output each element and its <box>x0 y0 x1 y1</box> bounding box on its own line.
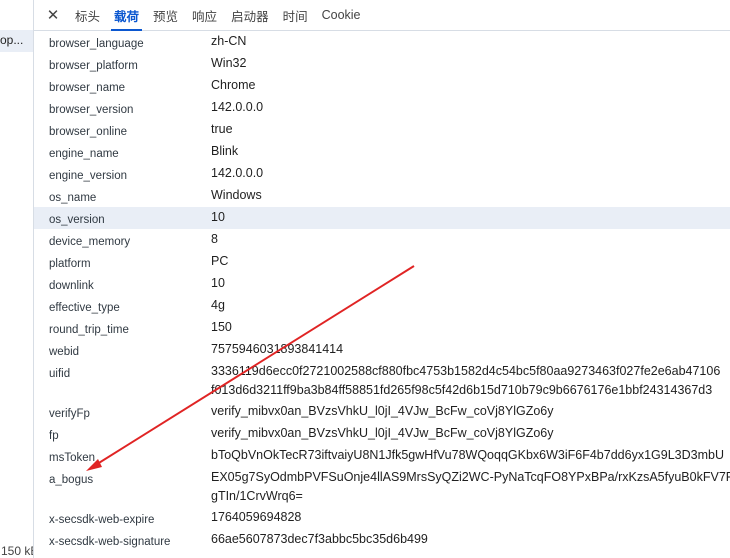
param-key: browser_platform <box>49 60 138 72</box>
param-value: 66ae5607873dec7f3abbc5bc35d6b499 <box>211 532 428 546</box>
param-value: Blink <box>211 144 239 158</box>
param-value: 1764059694828 <box>211 510 302 524</box>
param-key: downlink <box>49 280 94 292</box>
param-value: Win32 <box>211 56 247 70</box>
tab-initiator[interactable]: 启动器 <box>224 0 276 30</box>
param-value: verify_mibvx0an_BVzsVhkU_l0jI_4VJw_BcFw_… <box>211 426 554 440</box>
tab-timing[interactable]: 时间 <box>276 0 315 30</box>
param-value: 142.0.0.0 <box>211 100 264 114</box>
param-key: verifyFp <box>49 408 90 420</box>
param-row[interactable]: msToken bToQbVnOkTecR73iftvaiyU8N1Jfk5gwH… <box>34 445 730 467</box>
param-row[interactable]: browser_language zh-CN <box>34 31 730 53</box>
payload-params-table: browser_language zh-CN browser_platform Wi… <box>34 31 730 551</box>
param-row[interactable]: uifid 3336119d6ecc0f2721002588cf880fbc475… <box>34 361 730 401</box>
param-value: 10 <box>211 210 225 224</box>
status-transfer-size: 150 kB <box>1 544 33 558</box>
param-value: 3336119d6ecc0f2721002588cf880fbc4753b158… <box>211 362 720 400</box>
param-value: Chrome <box>211 78 256 92</box>
param-key: browser_version <box>49 104 134 116</box>
param-row[interactable]: engine_version 142.0.0.0 <box>34 163 730 185</box>
param-value: Windows <box>211 188 262 202</box>
param-key: platform <box>49 258 91 270</box>
param-row[interactable]: browser_name Chrome <box>34 75 730 97</box>
param-row[interactable]: round_trip_time 150 <box>34 317 730 339</box>
param-row[interactable]: fp verify_mibvx0an_BVzsVhkU_l0jI_4VJw_BcF… <box>34 423 730 445</box>
param-row[interactable]: browser_online true <box>34 119 730 141</box>
tab-headers[interactable]: 标头 <box>68 0 107 30</box>
param-value-line: 3336119d6ecc0f2721002588cf880fbc4753b158… <box>211 364 721 378</box>
param-row[interactable]: effective_type 4g <box>34 295 730 317</box>
tab-response[interactable]: 响应 <box>185 0 224 30</box>
param-row-highlighted[interactable]: os_version 10 <box>34 207 730 229</box>
param-row[interactable]: x-secsdk-web-signature 66ae5607873dec7f3a… <box>34 529 730 551</box>
param-key: a_bogus <box>49 474 94 486</box>
param-value: EX05g7SyOdmbPVFSuOnje4llAS9MrsSyQZi2WC-P… <box>211 468 730 506</box>
request-list-panel: op... 150 kB <box>0 0 34 558</box>
param-value-line: EX05g7SyOdmbPVFSuOnje4llAS9MrsSyQZi2WC-P… <box>211 470 730 484</box>
param-key: browser_language <box>49 38 144 50</box>
param-row[interactable]: engine_name Blink <box>34 141 730 163</box>
param-row[interactable]: platform PC <box>34 251 730 273</box>
param-row[interactable]: browser_version 142.0.0.0 <box>34 97 730 119</box>
param-value: verify_mibvx0an_BVzsVhkU_l0jI_4VJw_BcFw_… <box>211 404 554 418</box>
param-value: true <box>211 122 233 136</box>
param-key: round_trip_time <box>49 324 129 336</box>
param-key: browser_online <box>49 126 127 138</box>
tab-payload[interactable]: 载荷 <box>107 0 146 31</box>
request-name: op... <box>0 33 24 47</box>
param-key: browser_name <box>49 82 126 94</box>
param-value: 4g <box>211 298 225 312</box>
tab-preview[interactable]: 预览 <box>146 0 185 30</box>
param-value: 7575946031893841414 <box>211 342 344 356</box>
param-row[interactable]: a_bogus EX05g7SyOdmbPVFSuOnje4llAS9MrsSyQ… <box>34 467 730 507</box>
param-key: msToken <box>49 452 96 464</box>
param-row[interactable]: device_memory 8 <box>34 229 730 251</box>
param-key: os_version <box>49 214 105 226</box>
param-row[interactable]: x-secsdk-web-expire 1764059694828 <box>34 507 730 529</box>
param-key: os_name <box>49 192 97 204</box>
param-value-line: gTIn/1CrvWrq6= <box>211 489 303 503</box>
param-value: bToQbVnOkTecR73iftvaiyU8N1Jfk5gwHfVu78WQ… <box>211 448 724 462</box>
param-row[interactable]: downlink 10 <box>34 273 730 295</box>
tab-cookies[interactable]: Cookie <box>315 0 368 30</box>
param-key: uifid <box>49 368 71 380</box>
param-key: effective_type <box>49 302 120 314</box>
param-key: engine_name <box>49 148 119 160</box>
param-row[interactable]: os_name Windows <box>34 185 730 207</box>
param-key: engine_version <box>49 170 128 182</box>
param-value: 10 <box>211 276 225 290</box>
detail-tabbar: ✕ 标头 载荷 预览 响应 启动器 时间 Cookie <box>34 0 730 31</box>
param-value: PC <box>211 254 229 268</box>
param-key: x-secsdk-web-signature <box>49 536 171 548</box>
param-key: x-secsdk-web-expire <box>49 514 155 526</box>
param-value: zh-CN <box>211 34 247 48</box>
param-value: 150 <box>211 320 232 334</box>
param-key: webid <box>49 346 80 358</box>
param-value: 8 <box>211 232 218 246</box>
param-key: device_memory <box>49 236 131 248</box>
param-row[interactable]: verifyFp verify_mibvx0an_BVzsVhkU_l0jI_4V… <box>34 401 730 423</box>
close-icon[interactable]: ✕ <box>38 0 68 30</box>
param-value-line: f013d6d3211ff9ba3b84ff58851fd265f98c5f42… <box>211 383 713 397</box>
param-value: 142.0.0.0 <box>211 166 264 180</box>
param-row[interactable]: webid 7575946031893841414 <box>34 339 730 361</box>
param-key: fp <box>49 430 59 442</box>
request-list-selected-row[interactable]: op... <box>0 30 33 52</box>
param-row[interactable]: browser_platform Win32 <box>34 53 730 75</box>
